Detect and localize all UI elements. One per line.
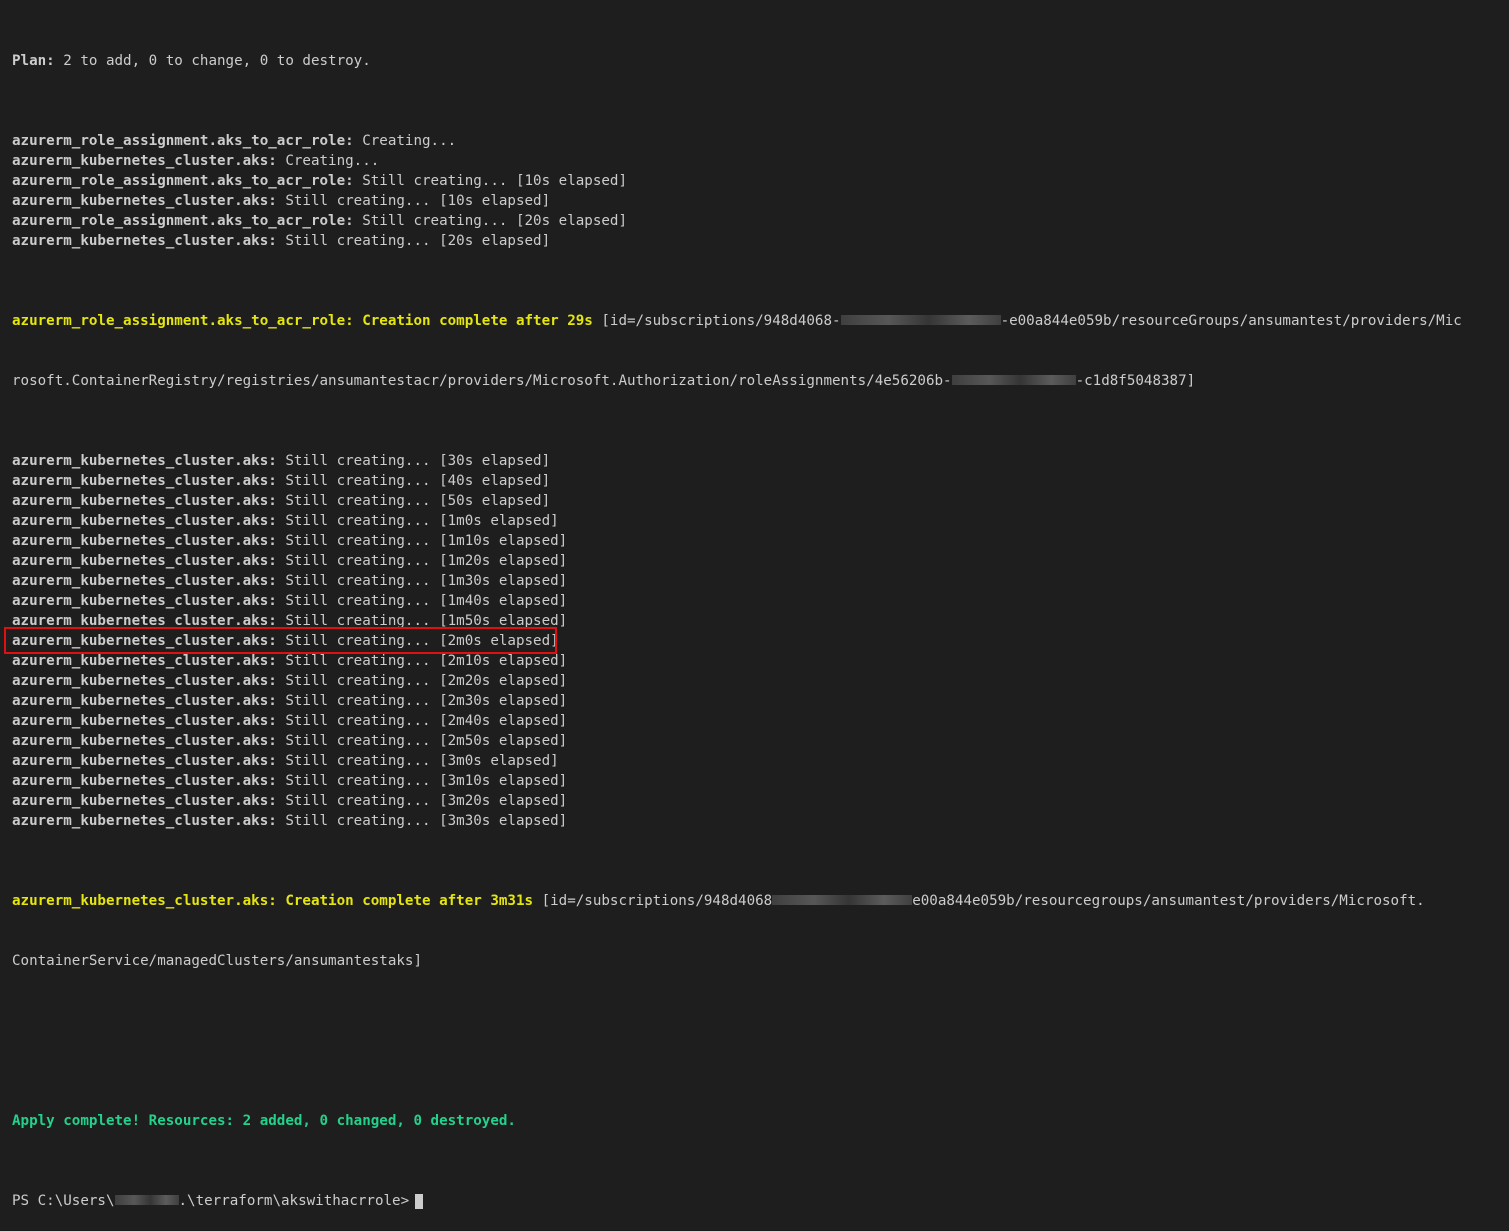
status-message: Still creating... [50s elapsed] xyxy=(276,493,551,509)
log-line: azurerm_kubernetes_cluster.aks: Still cr… xyxy=(12,791,1497,811)
resource-name: azurerm_kubernetes_cluster.aks: xyxy=(12,553,277,569)
apply-line: Apply complete! Resources: 2 added, 0 ch… xyxy=(12,1111,1497,1131)
role-wrap-part1: rosoft.ContainerRegistry/registries/ansu… xyxy=(12,373,952,389)
status-message: Still creating... [1m0s elapsed] xyxy=(276,513,559,529)
resource-name: azurerm_kubernetes_cluster.aks: xyxy=(12,453,277,469)
log-line: azurerm_kubernetes_cluster.aks: Still cr… xyxy=(12,531,1497,551)
log-line: azurerm_kubernetes_cluster.aks: Still cr… xyxy=(12,731,1497,751)
prompt-prefix: PS C:\Users\ xyxy=(12,1193,115,1209)
aks-complete-highlight: azurerm_kubernetes_cluster.aks: Creation… xyxy=(12,893,534,909)
status-message: Still creating... [10s elapsed] xyxy=(276,193,551,209)
resource-name: azurerm_kubernetes_cluster.aks: xyxy=(12,533,277,549)
log-line: azurerm_kubernetes_cluster.aks: Still cr… xyxy=(12,591,1497,611)
status-message: Still creating... [30s elapsed] xyxy=(276,453,551,469)
log-line: azurerm_kubernetes_cluster.aks: Still cr… xyxy=(12,571,1497,591)
prompt-line[interactable]: PS C:\Users\ .\terraform\akswithacrrole> xyxy=(12,1191,1497,1211)
redacted-username xyxy=(114,1194,179,1205)
plan-text: 2 to add, 0 to change, 0 to destroy. xyxy=(54,53,371,69)
resource-name: azurerm_kubernetes_cluster.aks: xyxy=(12,653,277,669)
resource-name: azurerm_kubernetes_cluster.aks: xyxy=(12,673,277,689)
status-message: Still creating... [3m30s elapsed] xyxy=(276,813,568,829)
status-message: Still creating... [1m20s elapsed] xyxy=(276,553,568,569)
apply-complete-message: Apply complete! Resources: 2 added, 0 ch… xyxy=(12,1113,516,1129)
log-line: azurerm_kubernetes_cluster.aks: Still cr… xyxy=(12,231,1497,251)
resource-name: azurerm_kubernetes_cluster.aks: xyxy=(12,793,277,809)
log-line: azurerm_kubernetes_cluster.aks: Still cr… xyxy=(12,451,1497,471)
status-message: Still creating... [2m20s elapsed] xyxy=(276,673,568,689)
resource-name: azurerm_kubernetes_cluster.aks: xyxy=(12,493,277,509)
status-message: Creating... xyxy=(353,133,457,149)
resource-name: azurerm_role_assignment.aks_to_acr_role: xyxy=(12,173,354,189)
log-line: azurerm_role_assignment.aks_to_acr_role:… xyxy=(12,211,1497,231)
prompt-suffix: .\terraform\akswithacrrole> xyxy=(178,1193,410,1209)
status-message: Still creating... [20s elapsed] xyxy=(276,233,551,249)
status-message: Still creating... [2m50s elapsed] xyxy=(276,733,568,749)
log-line: azurerm_kubernetes_cluster.aks: Still cr… xyxy=(12,191,1497,211)
resource-name: azurerm_kubernetes_cluster.aks: xyxy=(12,753,277,769)
log-line: azurerm_kubernetes_cluster.aks: Still cr… xyxy=(12,551,1497,571)
resource-name: azurerm_kubernetes_cluster.aks: xyxy=(12,773,277,789)
aks-id-part2: e00a844e059b/resourcegroups/ansumantest/… xyxy=(912,893,1425,909)
resource-name: azurerm_kubernetes_cluster.aks: xyxy=(12,593,277,609)
redacted-subscription-2 xyxy=(772,894,913,905)
log-line: azurerm_kubernetes_cluster.aks: Still cr… xyxy=(12,671,1497,691)
resource-name: azurerm_kubernetes_cluster.aks: xyxy=(12,713,277,729)
status-message: Still creating... [20s elapsed] xyxy=(353,213,628,229)
status-message: Still creating... [1m30s elapsed] xyxy=(276,573,568,589)
resource-name: azurerm_kubernetes_cluster.aks: xyxy=(12,233,277,249)
resource-name: azurerm_role_assignment.aks_to_acr_role: xyxy=(12,213,354,229)
resource-name: azurerm_kubernetes_cluster.aks: xyxy=(12,473,277,489)
status-message: Still creating... [3m0s elapsed] xyxy=(276,753,559,769)
resource-name: azurerm_kubernetes_cluster.aks: xyxy=(12,193,277,209)
highlight-box xyxy=(4,627,557,654)
resource-name: azurerm_kubernetes_cluster.aks: xyxy=(12,153,277,169)
status-message: Still creating... [2m40s elapsed] xyxy=(276,713,568,729)
status-message: Still creating... [3m20s elapsed] xyxy=(276,793,568,809)
resource-name: azurerm_kubernetes_cluster.aks: xyxy=(12,813,277,829)
status-message: Still creating... [3m10s elapsed] xyxy=(276,773,568,789)
role-id-part2: -e00a844e059b/resourceGroups/ansumantest… xyxy=(1000,313,1462,329)
aks-complete-line: azurerm_kubernetes_cluster.aks: Creation… xyxy=(12,891,1497,911)
resource-name: azurerm_role_assignment.aks_to_acr_role: xyxy=(12,133,354,149)
text-cursor[interactable] xyxy=(415,1193,424,1209)
log-line: azurerm_kubernetes_cluster.aks: Still cr… xyxy=(12,771,1497,791)
log-line: azurerm_role_assignment.aks_to_acr_role:… xyxy=(12,171,1497,191)
log-line: azurerm_kubernetes_cluster.aks: Still cr… xyxy=(12,751,1497,771)
status-message: Still creating... [2m10s elapsed] xyxy=(276,653,568,669)
log-line: azurerm_kubernetes_cluster.aks: Still cr… xyxy=(12,691,1497,711)
redacted-role-id xyxy=(951,374,1076,385)
log-line: azurerm_kubernetes_cluster.aks: Still cr… xyxy=(12,651,1497,671)
log-line: azurerm_kubernetes_cluster.aks: Still cr… xyxy=(12,491,1497,511)
resource-name: azurerm_kubernetes_cluster.aks: xyxy=(12,513,277,529)
aks-id-part1: [id=/subscriptions/948d4068 xyxy=(533,893,773,909)
status-message: Creating... xyxy=(276,153,380,169)
role-complete-line: azurerm_role_assignment.aks_to_acr_role:… xyxy=(12,311,1497,331)
role-wrap-part2: -c1d8f5048387] xyxy=(1075,373,1196,389)
redacted-subscription xyxy=(840,314,1001,325)
role-complete-highlight: azurerm_role_assignment.aks_to_acr_role:… xyxy=(12,313,593,329)
terminal-output[interactable]: Plan: 2 to add, 0 to change, 0 to destro… xyxy=(0,0,1509,1209)
status-message: Still creating... [1m10s elapsed] xyxy=(276,533,568,549)
plan-label: Plan: xyxy=(12,53,55,69)
status-message: Still creating... [2m30s elapsed] xyxy=(276,693,568,709)
plan-line: Plan: 2 to add, 0 to change, 0 to destro… xyxy=(12,51,1497,71)
log-line: azurerm_kubernetes_cluster.aks: Still cr… xyxy=(12,711,1497,731)
status-message: Still creating... [10s elapsed] xyxy=(353,173,628,189)
aks-complete-wrap-line: ContainerService/managedClusters/ansuman… xyxy=(12,951,1497,971)
aks-wrap: ContainerService/managedClusters/ansuman… xyxy=(12,953,422,969)
resource-name: azurerm_kubernetes_cluster.aks: xyxy=(12,733,277,749)
role-complete-wrap-line: rosoft.ContainerRegistry/registries/ansu… xyxy=(12,371,1497,391)
resource-name: azurerm_kubernetes_cluster.aks: xyxy=(12,573,277,589)
log-line: azurerm_kubernetes_cluster.aks: Still cr… xyxy=(12,471,1497,491)
role-id-part1: [id=/subscriptions/948d4068- xyxy=(592,313,841,329)
log-line: azurerm_kubernetes_cluster.aks: Still cr… xyxy=(12,511,1497,531)
log-line: azurerm_kubernetes_cluster.aks: Creating… xyxy=(12,151,1497,171)
log-line: azurerm_kubernetes_cluster.aks: Still cr… xyxy=(12,811,1497,831)
status-message: Still creating... [40s elapsed] xyxy=(276,473,551,489)
resource-name: azurerm_kubernetes_cluster.aks: xyxy=(12,693,277,709)
log-line: azurerm_role_assignment.aks_to_acr_role:… xyxy=(12,131,1497,151)
status-message: Still creating... [1m40s elapsed] xyxy=(276,593,568,609)
